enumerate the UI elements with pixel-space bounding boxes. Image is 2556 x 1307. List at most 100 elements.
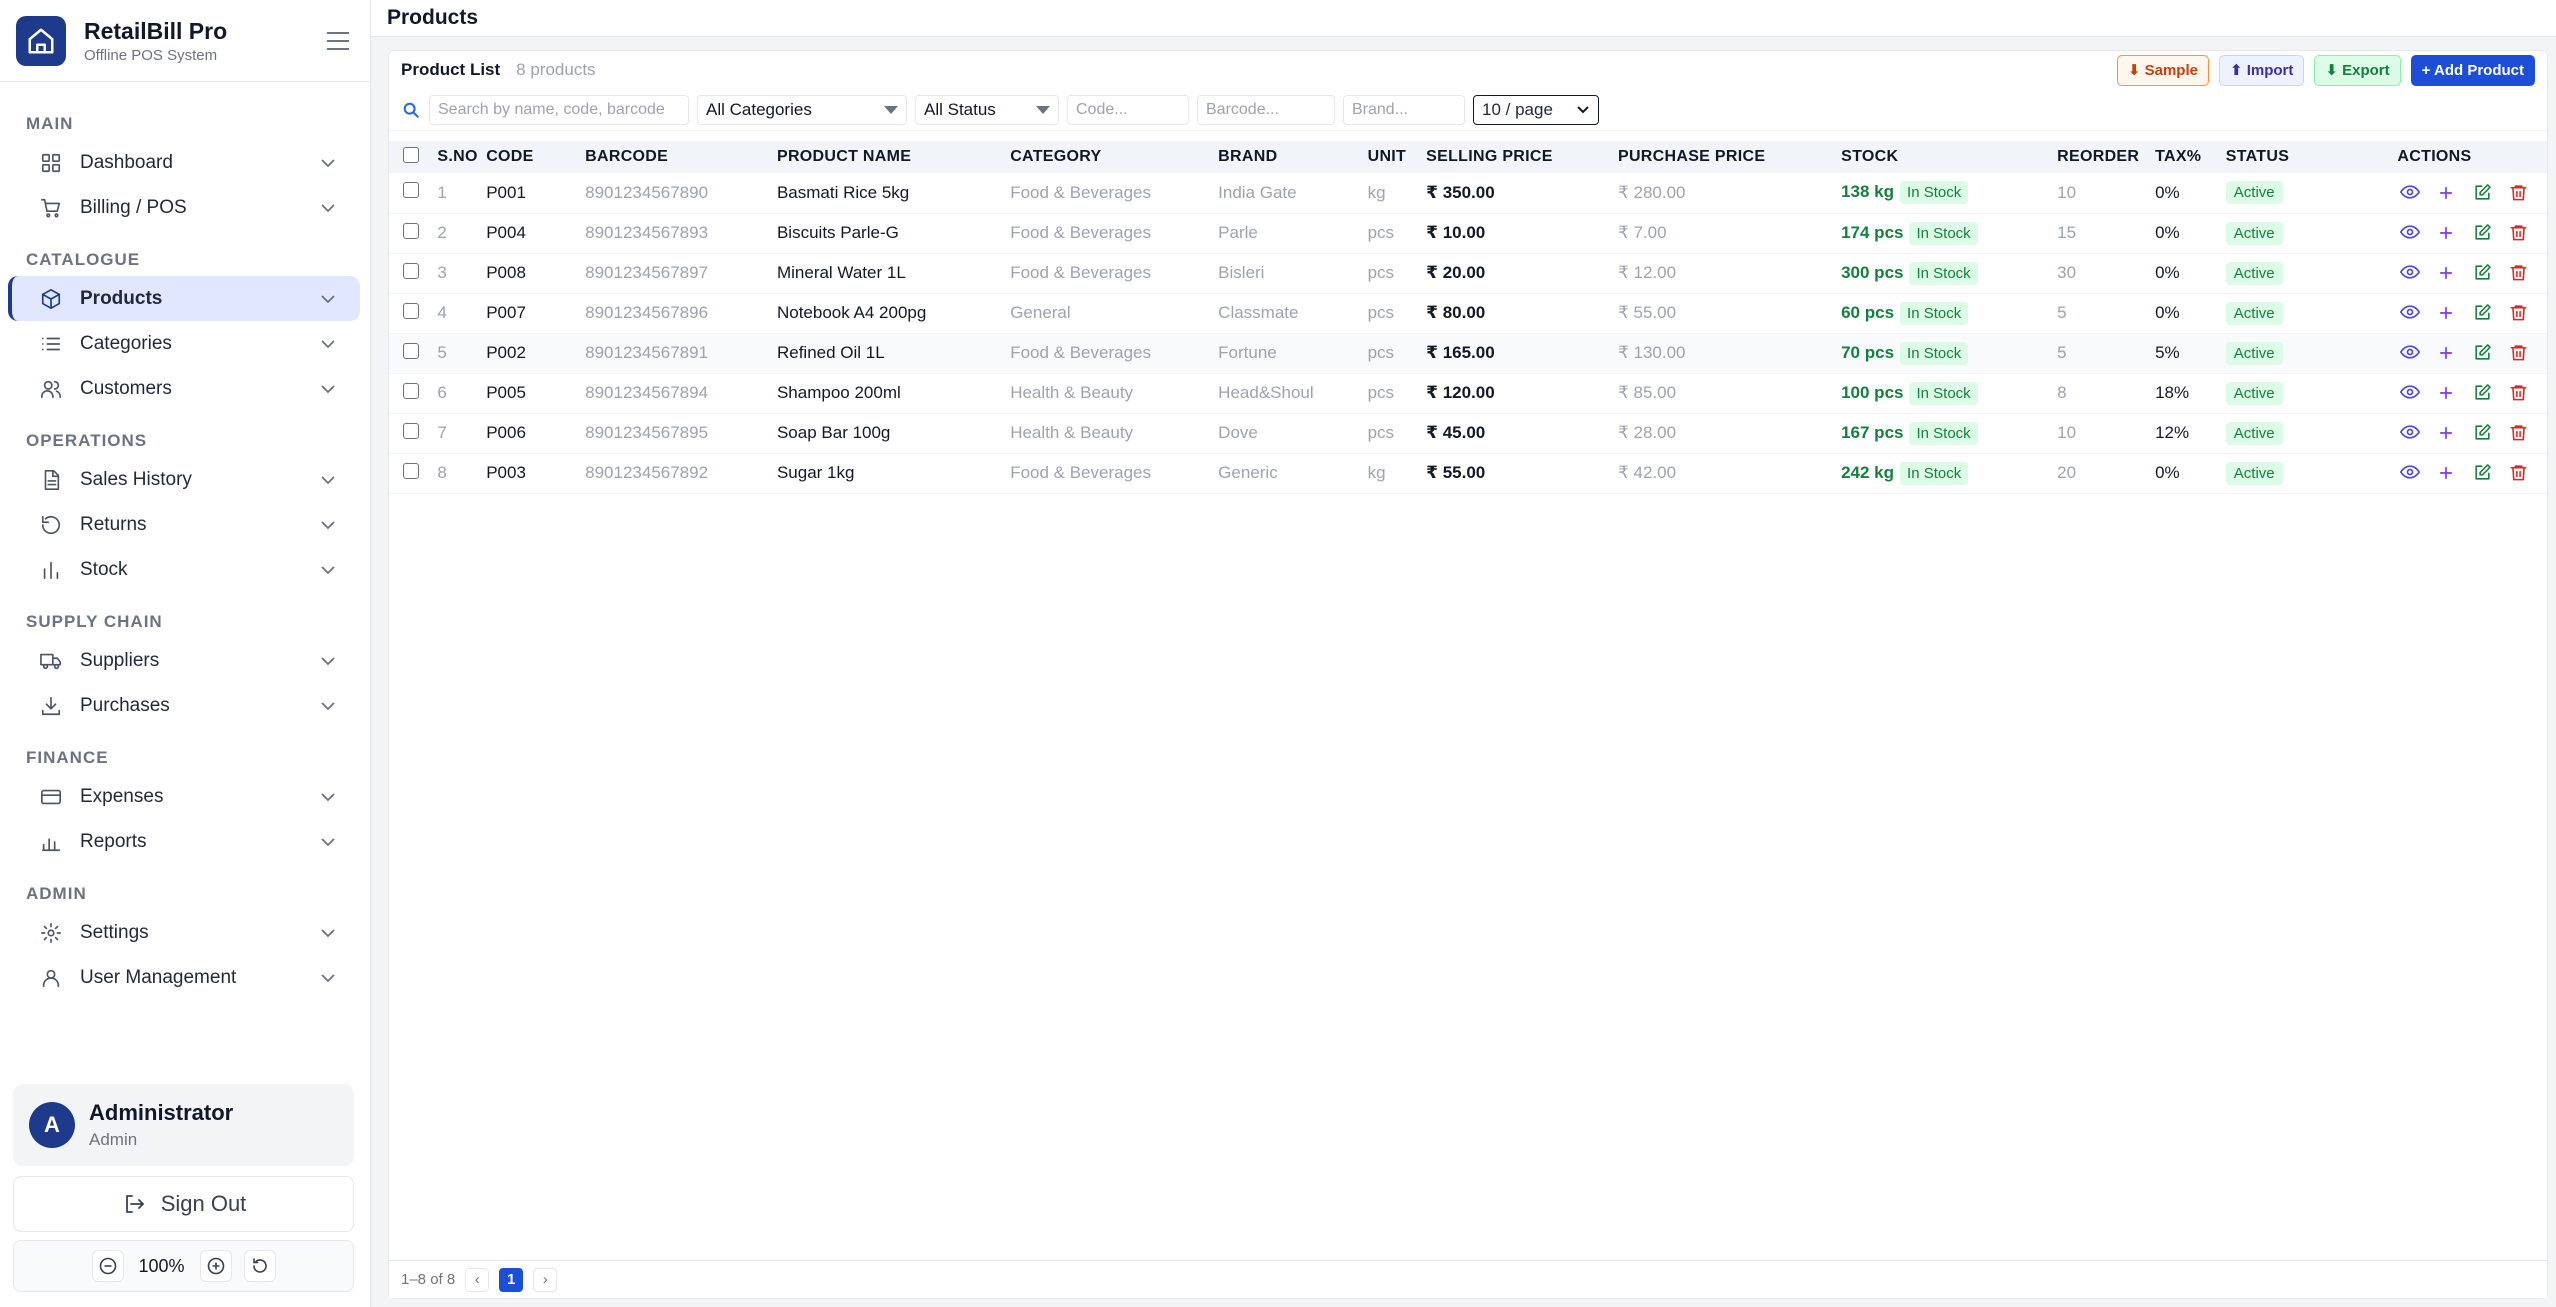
column-header-actions[interactable]: ACTIONS: [2393, 141, 2547, 173]
view-icon[interactable]: [2397, 219, 2423, 245]
sidebar-item-dashboard[interactable]: Dashboard: [8, 140, 360, 185]
column-header-code[interactable]: CODE: [482, 141, 581, 173]
sidebar-item-reports[interactable]: Reports: [8, 819, 360, 864]
column-header-selling-price[interactable]: SELLING PRICE: [1422, 141, 1614, 173]
edit-icon[interactable]: [2469, 340, 2495, 366]
select-all-checkbox[interactable]: [403, 146, 419, 163]
row-checkbox[interactable]: [403, 422, 419, 439]
zoom-reset-button[interactable]: [243, 1250, 276, 1282]
sidebar-item-purchases[interactable]: Purchases: [8, 683, 360, 728]
plus-icon[interactable]: [2433, 340, 2459, 366]
code-filter-input[interactable]: [1067, 94, 1189, 125]
import-button[interactable]: ⬆ Import: [2218, 54, 2305, 86]
edit-icon[interactable]: [2469, 300, 2495, 326]
sidebar-item-sales-history[interactable]: Sales History: [8, 457, 360, 502]
plus-icon[interactable]: [2433, 460, 2459, 486]
sidebar-item-stock[interactable]: Stock: [8, 547, 360, 592]
export-button[interactable]: ⬇ Export: [2314, 54, 2401, 86]
table-row[interactable]: 8 P003 8901234567892 Sugar 1kg Food & Bevera…: [389, 453, 2547, 493]
row-checkbox[interactable]: [403, 182, 419, 199]
plus-icon[interactable]: [2433, 180, 2459, 206]
column-header-category[interactable]: CATEGORY: [1006, 141, 1214, 173]
sidebar-item-customers[interactable]: Customers: [8, 366, 360, 411]
sidebar-item-billing-pos[interactable]: Billing / POS: [8, 185, 360, 230]
next-page-button[interactable]: ›: [533, 1267, 558, 1292]
sidebar-item-products[interactable]: Products: [8, 276, 360, 321]
zoom-out-button[interactable]: [91, 1250, 124, 1282]
zoom-in-button[interactable]: [199, 1250, 232, 1282]
plus-icon[interactable]: [2433, 300, 2459, 326]
view-icon[interactable]: [2397, 259, 2423, 285]
column-header-tax[interactable]: TAX%: [2151, 141, 2222, 173]
view-icon[interactable]: [2397, 339, 2423, 365]
plus-icon[interactable]: [2433, 420, 2459, 446]
view-icon[interactable]: [2397, 459, 2423, 485]
row-checkbox[interactable]: [403, 302, 419, 319]
add-product-button[interactable]: + Add Product: [2410, 54, 2535, 86]
trash-icon[interactable]: [2505, 220, 2531, 246]
brand-filter-input[interactable]: [1343, 94, 1465, 125]
sidebar-item-settings[interactable]: Settings: [8, 910, 360, 955]
table-row[interactable]: 4 P007 8901234567896 Notebook A4 200pg Gener…: [389, 293, 2547, 333]
column-header-status[interactable]: STATUS: [2222, 141, 2394, 173]
trash-icon[interactable]: [2505, 380, 2531, 406]
table-row[interactable]: 3 P008 8901234567897 Mineral Water 1L Food &…: [389, 253, 2547, 293]
edit-icon[interactable]: [2469, 260, 2495, 286]
cell-category: Food & Beverages: [1010, 463, 1151, 482]
edit-icon[interactable]: [2469, 380, 2495, 406]
view-icon[interactable]: [2397, 419, 2423, 445]
table-row[interactable]: 7 P006 8901234567895 Soap Bar 100g Health & …: [389, 413, 2547, 453]
row-checkbox[interactable]: [403, 382, 419, 399]
column-header-product-name[interactable]: PRODUCT NAME: [773, 141, 1006, 173]
table-row[interactable]: 6 P005 8901234567894 Shampoo 200ml Health & …: [389, 373, 2547, 413]
barcode-filter-input[interactable]: [1197, 94, 1335, 125]
column-header-barcode[interactable]: BARCODE: [581, 141, 773, 173]
column-header-stock[interactable]: STOCK: [1837, 141, 2053, 173]
sidebar-item-label: Sales History: [80, 468, 192, 490]
column-header-reorder[interactable]: REORDER: [2053, 141, 2151, 173]
plus-icon[interactable]: [2433, 260, 2459, 286]
category-select[interactable]: All Categories: [697, 94, 907, 125]
row-checkbox[interactable]: [403, 262, 419, 279]
column-header-purchase-price[interactable]: PURCHASE PRICE: [1614, 141, 1837, 173]
prev-page-button[interactable]: ‹: [465, 1267, 490, 1292]
row-checkbox[interactable]: [403, 342, 419, 359]
sidebar-item-suppliers[interactable]: Suppliers: [8, 638, 360, 683]
trash-icon[interactable]: [2505, 179, 2531, 205]
menu-toggle-icon[interactable]: [322, 25, 354, 57]
trash-icon[interactable]: [2505, 420, 2531, 446]
edit-icon[interactable]: [2469, 220, 2495, 246]
view-icon[interactable]: [2397, 299, 2423, 325]
sidebar-item-returns[interactable]: Returns: [8, 502, 360, 547]
table-row[interactable]: 5 P002 8901234567891 Refined Oil 1L Food & B…: [389, 333, 2547, 373]
column-header-s-no[interactable]: S.NO: [433, 141, 482, 173]
chevron-down-icon: [318, 334, 338, 354]
row-checkbox[interactable]: [403, 462, 419, 479]
table-row[interactable]: 2 P004 8901234567893 Biscuits Parle-G Food &…: [389, 213, 2547, 253]
trash-icon[interactable]: [2505, 460, 2531, 486]
search-input[interactable]: [429, 94, 689, 125]
edit-icon[interactable]: [2469, 460, 2495, 486]
column-header-unit[interactable]: UNIT: [1364, 141, 1423, 173]
table-row[interactable]: 1 P001 8901234567890 Basmati Rice 5kg Food &…: [389, 173, 2547, 213]
edit-icon[interactable]: [2469, 179, 2495, 205]
sidebar-item-expenses[interactable]: Expenses: [8, 774, 360, 819]
edit-icon[interactable]: [2469, 420, 2495, 446]
sidebar-item-categories[interactable]: Categories: [8, 321, 360, 366]
cell-barcode: 8901234567896: [585, 303, 709, 322]
trash-icon[interactable]: [2505, 260, 2531, 286]
status-select[interactable]: All Status: [915, 94, 1059, 125]
view-icon[interactable]: [2397, 179, 2423, 205]
sidebar-item-user-management[interactable]: User Management: [8, 955, 360, 1000]
plus-icon[interactable]: [2433, 380, 2459, 406]
trash-icon[interactable]: [2505, 340, 2531, 366]
trash-icon[interactable]: [2505, 300, 2531, 326]
sign-out-button[interactable]: Sign Out: [13, 1176, 354, 1232]
column-header-brand[interactable]: BRAND: [1214, 141, 1363, 173]
sample-button[interactable]: ⬇ Sample: [2116, 54, 2209, 86]
view-icon[interactable]: [2397, 379, 2423, 405]
plus-icon[interactable]: [2433, 220, 2459, 246]
row-checkbox[interactable]: [403, 222, 419, 239]
per-page-select[interactable]: 10 / page: [1473, 94, 1599, 125]
page-1-button[interactable]: 1: [499, 1267, 524, 1292]
